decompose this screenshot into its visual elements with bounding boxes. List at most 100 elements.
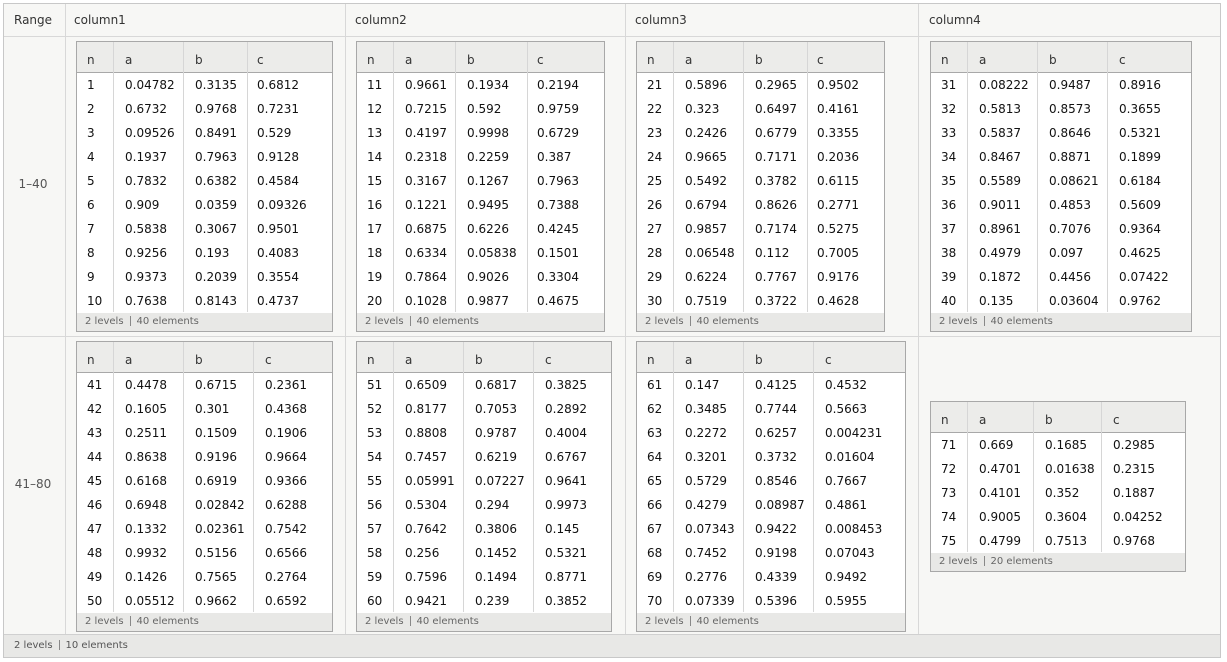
cell-c: 0.4737 bbox=[257, 294, 299, 308]
cell-b: 0.6257 bbox=[755, 426, 797, 440]
cell-b: 0.9198 bbox=[755, 546, 797, 560]
column-separator bbox=[967, 402, 968, 552]
table-row: 72 0.4701 0.01638 0.2315 bbox=[931, 457, 1185, 481]
table-row: 9 0.9373 0.2039 0.3554 bbox=[77, 265, 332, 289]
cell-c: 0.2764 bbox=[265, 570, 307, 584]
cell-n: 24 bbox=[647, 150, 663, 164]
column-header-n: n bbox=[647, 53, 655, 67]
cell-a: 0.7832 bbox=[125, 174, 167, 188]
table-header-row: nabc bbox=[357, 42, 604, 73]
table-row: 47 0.1332 0.02361 0.7542 bbox=[77, 517, 332, 541]
column-header-c: c bbox=[257, 53, 264, 67]
column-header-c: c bbox=[537, 53, 544, 67]
cell-c: 0.5321 bbox=[545, 546, 587, 560]
table-row: 12 0.7215 0.592 0.9759 bbox=[357, 97, 604, 121]
table-row: 53 0.8808 0.9787 0.4004 bbox=[357, 421, 611, 445]
cell-c: 0.3655 bbox=[1119, 102, 1161, 116]
cell-n: 42 bbox=[87, 402, 103, 416]
cell-b: 0.3067 bbox=[195, 222, 237, 236]
table-row: 48 0.9932 0.5156 0.6566 bbox=[77, 541, 332, 565]
column-header-b: b bbox=[755, 53, 763, 67]
cell-n: 13 bbox=[367, 126, 383, 140]
column-header-n: n bbox=[87, 53, 95, 67]
cell-b: 0.9662 bbox=[195, 594, 237, 608]
cell-b: 0.9877 bbox=[467, 294, 509, 308]
cell-a: 0.5492 bbox=[685, 174, 727, 188]
cell-a: 0.7864 bbox=[405, 270, 447, 284]
cell-n: 57 bbox=[367, 522, 383, 536]
cell-a: 0.9011 bbox=[979, 198, 1021, 212]
table-row: 21 0.5896 0.2965 0.9502 bbox=[637, 73, 884, 97]
cell-n: 68 bbox=[647, 546, 663, 560]
cell-c: 0.2315 bbox=[1113, 462, 1155, 476]
cell-b: 0.7076 bbox=[1049, 222, 1091, 236]
table-row: 60 0.9421 0.239 0.3852 bbox=[357, 589, 611, 613]
table-row: 44 0.8638 0.9196 0.9664 bbox=[77, 445, 332, 469]
cell-n: 47 bbox=[87, 522, 103, 536]
cell-a: 0.7519 bbox=[685, 294, 727, 308]
cell-a: 0.9665 bbox=[685, 150, 727, 164]
cell-c: 0.3554 bbox=[257, 270, 299, 284]
column-separator bbox=[813, 342, 814, 612]
cell-c: 0.2892 bbox=[545, 402, 587, 416]
table-row: 45 0.6168 0.6919 0.9366 bbox=[77, 469, 332, 493]
cell-a: 0.8638 bbox=[125, 450, 167, 464]
cell-a: 0.6948 bbox=[125, 498, 167, 512]
table-row: 42 0.1605 0.301 0.4368 bbox=[77, 397, 332, 421]
cell-c: 0.9759 bbox=[537, 102, 579, 116]
table-row: 67 0.07343 0.9422 0.008453 bbox=[637, 517, 905, 541]
cell-c: 0.529 bbox=[257, 126, 292, 140]
table-row: 6 0.909 0.0359 0.09326 bbox=[77, 193, 332, 217]
cell-n: 62 bbox=[647, 402, 663, 416]
column-header-b: b bbox=[467, 53, 475, 67]
cell-n: 12 bbox=[367, 102, 383, 116]
cell-b: 0.7565 bbox=[195, 570, 237, 584]
cell-b: 0.3732 bbox=[755, 450, 797, 464]
column-header-n: n bbox=[367, 53, 375, 67]
cell-b: 0.6497 bbox=[755, 102, 797, 116]
cell-c: 0.9502 bbox=[817, 78, 859, 92]
table-row: 43 0.2511 0.1509 0.1906 bbox=[77, 421, 332, 445]
cell-b: 0.1494 bbox=[475, 570, 517, 584]
column-header-c: c bbox=[817, 53, 824, 67]
cell-a: 0.5837 bbox=[979, 126, 1021, 140]
cell-a: 0.8467 bbox=[979, 150, 1021, 164]
cell-a: 0.1426 bbox=[125, 570, 167, 584]
cell-c: 0.7231 bbox=[257, 102, 299, 116]
cell-b: 0.7744 bbox=[755, 402, 797, 416]
table-row: 64 0.3201 0.3732 0.01604 bbox=[637, 445, 905, 469]
cell-a: 0.2511 bbox=[125, 426, 167, 440]
col-divider-2 bbox=[625, 4, 626, 634]
table-footer: 2 levels 40 elements bbox=[357, 313, 604, 331]
cell-a: 0.6168 bbox=[125, 474, 167, 488]
cell-n: 29 bbox=[647, 270, 663, 284]
table-row: 32 0.5813 0.8573 0.3655 bbox=[931, 97, 1191, 121]
table-row: 71 0.669 0.1685 0.2985 bbox=[931, 433, 1185, 457]
cell-b: 0.08987 bbox=[755, 498, 805, 512]
column-separator bbox=[393, 342, 394, 612]
cell-n: 43 bbox=[87, 426, 103, 440]
column-header-c: c bbox=[265, 353, 272, 367]
row-label-2: 41–80 bbox=[14, 477, 52, 491]
cell-c: 0.4532 bbox=[825, 378, 867, 392]
cell-a: 0.06548 bbox=[685, 246, 735, 260]
cell-n: 9 bbox=[87, 270, 95, 284]
table-row: 41 0.4478 0.6715 0.2361 bbox=[77, 373, 332, 397]
cell-a: 0.256 bbox=[405, 546, 440, 560]
table-row: 19 0.7864 0.9026 0.3304 bbox=[357, 265, 604, 289]
cell-b: 0.1452 bbox=[475, 546, 517, 560]
cell-a: 0.7452 bbox=[685, 546, 727, 560]
table-row: 35 0.5589 0.08621 0.6184 bbox=[931, 169, 1191, 193]
cell-n: 53 bbox=[367, 426, 383, 440]
table-row: 73 0.4101 0.352 0.1887 bbox=[931, 481, 1185, 505]
cell-c: 0.9664 bbox=[265, 450, 307, 464]
cell-b: 0.3806 bbox=[475, 522, 517, 536]
cell-a: 0.135 bbox=[979, 294, 1014, 308]
cell-c: 0.6592 bbox=[265, 594, 307, 608]
cell-b: 0.3604 bbox=[1045, 510, 1087, 524]
table-row: 52 0.8177 0.7053 0.2892 bbox=[357, 397, 611, 421]
cell-a: 0.9005 bbox=[979, 510, 1021, 524]
table-footer-levels: 2 levels bbox=[645, 616, 684, 627]
table-footer-levels: 2 levels bbox=[365, 616, 404, 627]
cell-a: 0.6794 bbox=[685, 198, 727, 212]
